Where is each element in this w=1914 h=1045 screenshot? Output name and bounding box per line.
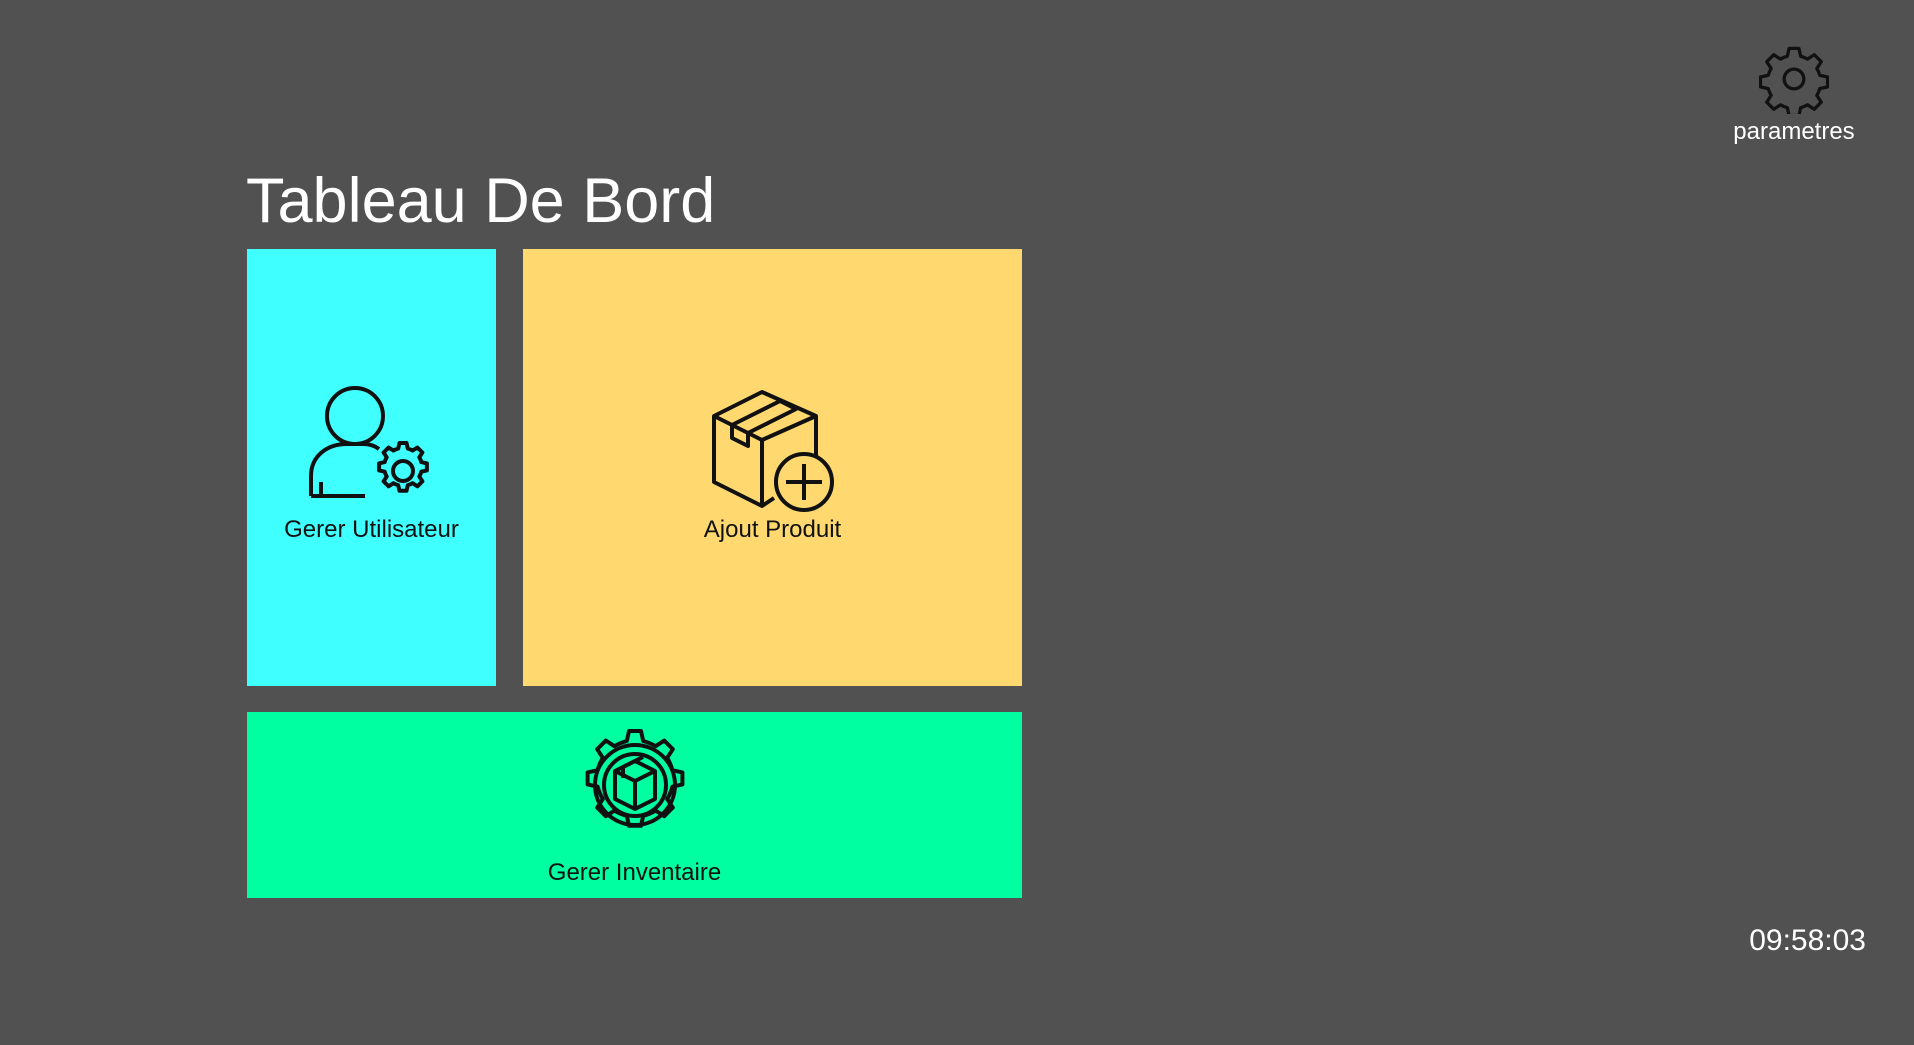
- tile-add-product[interactable]: Ajout Produit: [523, 249, 1022, 686]
- user-settings-icon: [308, 385, 429, 498]
- settings-button[interactable]: parametres: [1716, 44, 1872, 154]
- box-add-icon: [711, 389, 834, 512]
- settings-label: parametres: [1733, 118, 1855, 145]
- clock: 09:58:03: [1749, 924, 1866, 957]
- tile-label: Ajout Produit: [703, 515, 842, 543]
- tile-manage-inventory[interactable]: Gerer Inventaire: [247, 712, 1022, 898]
- page-title: Tableau De Bord: [246, 166, 716, 236]
- tile-manage-users[interactable]: Gerer Utilisateur: [247, 249, 496, 686]
- tile-label: Gerer Utilisateur: [284, 515, 459, 543]
- gear-icon: [1759, 46, 1829, 114]
- tile-label: Gerer Inventaire: [547, 859, 722, 886]
- inventory-gear-box-icon: [585, 729, 684, 828]
